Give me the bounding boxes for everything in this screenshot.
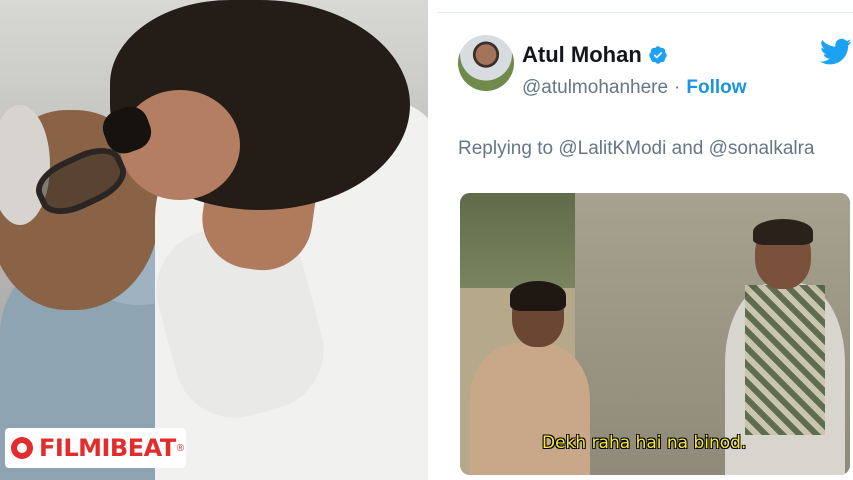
registered-mark: ® [176,442,185,454]
tweet-top-border [438,12,853,13]
follow-button[interactable]: Follow [686,77,746,99]
replying-to-line: Replying to @LalitKModi and @sonalkalra [458,138,815,160]
filmibeat-logo-icon [11,437,33,459]
replying-conjunction: and [671,138,704,159]
tweet-media-image[interactable]: Dekh raha hai na binod. [460,193,850,475]
meme-caption: Dekh raha hai na binod. [542,433,747,453]
meme-man-right-hair [753,219,813,245]
author-name-row: Atul Mohan [522,42,668,68]
author-avatar[interactable] [458,35,514,91]
replying-prefix: Replying to [458,138,554,159]
meme-man-right-scarf [745,285,825,435]
author-handle[interactable]: @atulmohanhere [522,77,668,99]
filmibeat-logo-text: FILMIBEAT [39,434,176,462]
filmibeat-logo: FILMIBEAT ® [5,428,186,468]
mention-lalitkmodi[interactable]: @LalitKModi [558,138,666,159]
twitter-bird-icon[interactable] [820,38,852,66]
author-name[interactable]: Atul Mohan [522,42,642,68]
meme-man-left-body [470,343,590,475]
separator-dot: · [674,77,681,98]
left-photo [0,0,428,480]
meme-man-left-hair [510,281,566,311]
verified-badge-icon [649,46,667,64]
author-handle-row: @atulmohanhere · Follow [522,77,747,99]
mention-sonalkalra[interactable]: @sonalkalra [709,138,815,159]
